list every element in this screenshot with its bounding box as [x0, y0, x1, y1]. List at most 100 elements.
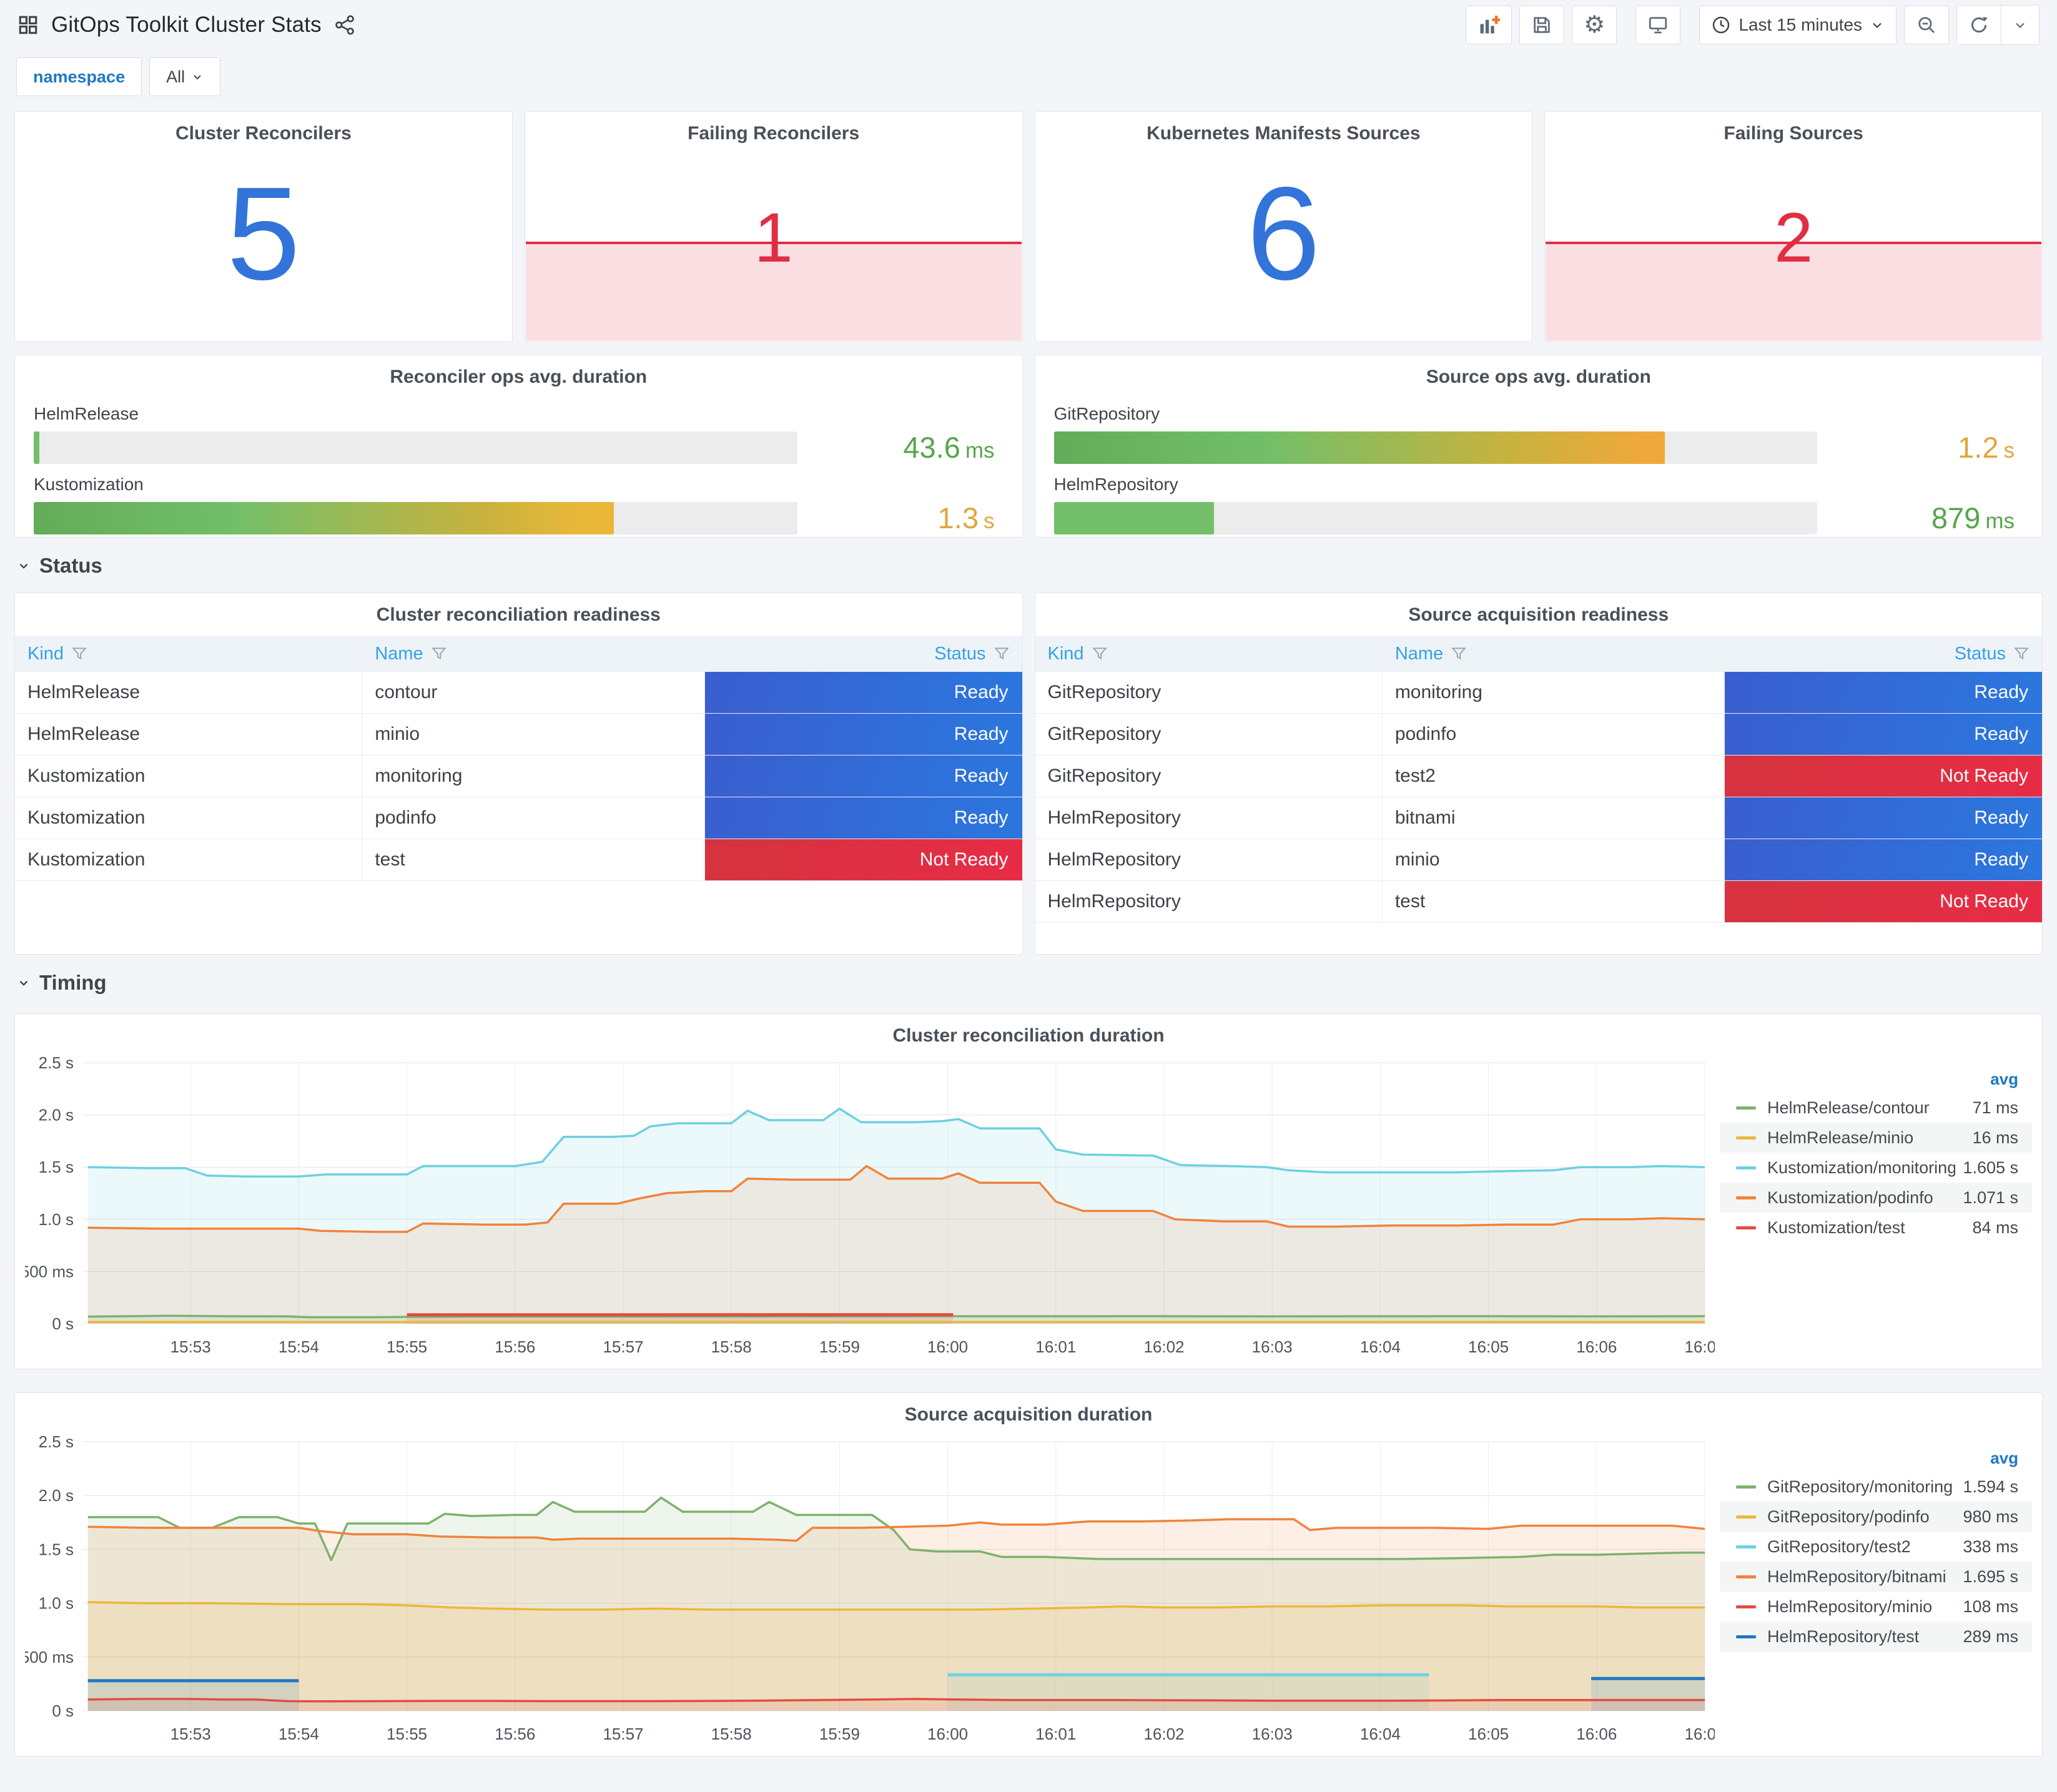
series-name[interactable]: HelmRepository/minio	[1767, 1597, 1955, 1617]
add-panel-button[interactable]	[1466, 6, 1512, 44]
svg-text:500 ms: 500 ms	[25, 1262, 74, 1281]
svg-text:16:06: 16:06	[1576, 1337, 1617, 1356]
panel-source-ops-duration: Source ops avg. duration GitRepository 1…	[1034, 355, 2043, 538]
svg-text:16:06: 16:06	[1576, 1725, 1617, 1743]
series-avg-value: 289 ms	[1963, 1627, 2018, 1646]
column-header-status[interactable]: Status	[1725, 636, 2042, 672]
legend-item: HelmRepository/minio 108 ms	[1720, 1592, 2032, 1622]
svg-text:16:01: 16:01	[1035, 1725, 1076, 1743]
variable-namespace-label[interactable]: namespace	[16, 57, 142, 96]
panel-title[interactable]: Reconciler ops avg. duration	[15, 355, 1022, 388]
series-name[interactable]: GitRepository/test2	[1767, 1537, 1955, 1557]
dashboard-settings-button[interactable]: ⚙	[1572, 6, 1617, 44]
variable-namespace-value: All	[166, 67, 185, 86]
panel-title[interactable]: Source acquisition readiness	[1035, 593, 2043, 626]
panel-title[interactable]: Failing Sources	[1545, 112, 2042, 144]
panel-title[interactable]: Failing Reconcilers	[525, 112, 1022, 144]
gauge-track	[34, 431, 797, 464]
series-avg-value: 1.695 s	[1963, 1567, 2018, 1586]
variable-namespace-value-dropdown[interactable]: All	[149, 57, 221, 96]
table-row: Kustomization podinfo Ready	[15, 797, 1022, 839]
series-name[interactable]: Kustomization/monitoring	[1767, 1158, 1955, 1178]
filter-icon[interactable]	[994, 646, 1010, 662]
gauge-row: Reconciler ops avg. duration HelmRelease…	[14, 355, 2043, 538]
panel-title[interactable]: Source ops avg. duration	[1035, 355, 2043, 388]
column-header-name[interactable]: Name	[1383, 636, 1725, 672]
refresh-button[interactable]	[1957, 6, 2001, 44]
stat-value: 1	[754, 199, 793, 277]
svg-text:1.5 s: 1.5 s	[39, 1540, 74, 1558]
time-series-plot[interactable]: 15:53 15:54 15:55 15:56 15:57 15:58 15:59 16:00…	[25, 1427, 1715, 1750]
series-avg-value: 84 ms	[1972, 1218, 2018, 1237]
series-name[interactable]: GitRepository/podinfo	[1767, 1507, 1955, 1527]
variables-row: namespace All	[0, 50, 2057, 96]
panel-title[interactable]: Source acquisition duration	[15, 1393, 2042, 1425]
table-header: Kind Name Status	[15, 636, 1022, 672]
series-name[interactable]: HelmRelease/contour	[1767, 1098, 1965, 1118]
legend-header-avg[interactable]: avg	[1720, 1444, 2032, 1472]
filter-icon[interactable]	[431, 646, 447, 662]
refresh-interval-button[interactable]	[2001, 6, 2039, 44]
chevron-down-icon	[2013, 17, 2028, 32]
legend-item: Kustomization/test 84 ms	[1720, 1213, 2032, 1243]
svg-text:16:01: 16:01	[1035, 1337, 1076, 1356]
panel-cluster-reconcilers: Cluster Reconcilers 5	[14, 111, 513, 342]
status-badge: Ready	[704, 756, 1022, 797]
filter-icon[interactable]	[1451, 646, 1467, 662]
series-name[interactable]: GitRepository/monitoring	[1767, 1477, 1955, 1497]
settings-icon: ⚙	[1584, 12, 1606, 38]
column-header-kind[interactable]: Kind	[1035, 636, 1383, 672]
series-name[interactable]: HelmRepository/bitnami	[1767, 1567, 1955, 1587]
filter-icon[interactable]	[71, 646, 87, 662]
series-name[interactable]: HelmRepository/test	[1767, 1627, 1955, 1647]
series-name[interactable]: HelmRelease/minio	[1767, 1128, 1965, 1148]
status-badge: Ready	[704, 714, 1022, 755]
section-timing[interactable]: Timing	[14, 955, 2043, 1001]
gauge-track	[34, 501, 797, 534]
svg-text:16:03: 16:03	[1252, 1725, 1293, 1743]
svg-text:16:07: 16:07	[1684, 1725, 1715, 1743]
time-series-plot[interactable]: 15:53 15:54 15:55 15:56 15:57 15:58 15:59 16:00…	[25, 1048, 1715, 1362]
svg-text:16:04: 16:04	[1360, 1337, 1401, 1356]
section-status[interactable]: Status	[14, 538, 2043, 584]
svg-text:15:53: 15:53	[170, 1337, 211, 1356]
filter-icon[interactable]	[2013, 646, 2030, 662]
dashboard-grid-icon[interactable]	[17, 14, 39, 36]
column-header-name[interactable]: Name	[362, 636, 704, 672]
share-icon[interactable]	[334, 14, 355, 36]
panel-title[interactable]: Cluster reconciliation duration	[15, 1014, 2042, 1046]
status-badge: Ready	[1725, 839, 2042, 880]
svg-text:0 s: 0 s	[52, 1314, 74, 1333]
gauge-value: 879 ms	[1931, 501, 2015, 534]
svg-text:15:55: 15:55	[387, 1337, 427, 1356]
table-row: HelmRelease contour Ready	[15, 672, 1022, 714]
panel-title[interactable]: Cluster Reconcilers	[15, 112, 512, 144]
save-dashboard-button[interactable]	[1519, 6, 1565, 44]
gauge-track	[1053, 501, 1817, 534]
column-header-kind[interactable]: Kind	[15, 636, 362, 672]
legend-item: GitRepository/test2 338 ms	[1720, 1532, 2032, 1562]
series-name[interactable]: Kustomization/podinfo	[1767, 1188, 1955, 1208]
gauge-value: 1.2 s	[1958, 431, 2015, 464]
panel-title[interactable]: Cluster reconciliation readiness	[15, 593, 1022, 626]
zoom-out-time-button[interactable]	[1904, 6, 1949, 44]
svg-text:16:05: 16:05	[1468, 1725, 1509, 1743]
chevron-down-icon	[17, 559, 31, 573]
filter-icon[interactable]	[1092, 646, 1108, 662]
series-name[interactable]: Kustomization/test	[1767, 1218, 1965, 1238]
chart-legend: avg HelmRelease/contour 71 ms HelmReleas…	[1720, 1065, 2032, 1243]
table-row: HelmRepository bitnami Ready	[1035, 797, 2042, 839]
series-avg-value: 980 ms	[1963, 1507, 2018, 1526]
stat-value: 6	[1246, 159, 1321, 308]
status-badge: Ready	[1725, 672, 2042, 713]
dashboard-header: GitOps Toolkit Cluster Stats ⚙ Last 15 m…	[0, 0, 2057, 50]
table-row: GitRepository podinfo Ready	[1035, 714, 2042, 756]
series-color-dash	[1736, 1545, 1756, 1548]
legend-header-avg[interactable]: avg	[1720, 1065, 2032, 1093]
column-header-status[interactable]: Status	[705, 636, 1022, 672]
time-range-picker[interactable]: Last 15 minutes	[1699, 6, 1897, 44]
time-range-label: Last 15 minutes	[1739, 15, 1862, 34]
cycle-view-button[interactable]	[1635, 6, 1681, 44]
svg-text:15:54: 15:54	[279, 1337, 319, 1356]
panel-title[interactable]: Kubernetes Manifests Sources	[1035, 112, 1532, 144]
